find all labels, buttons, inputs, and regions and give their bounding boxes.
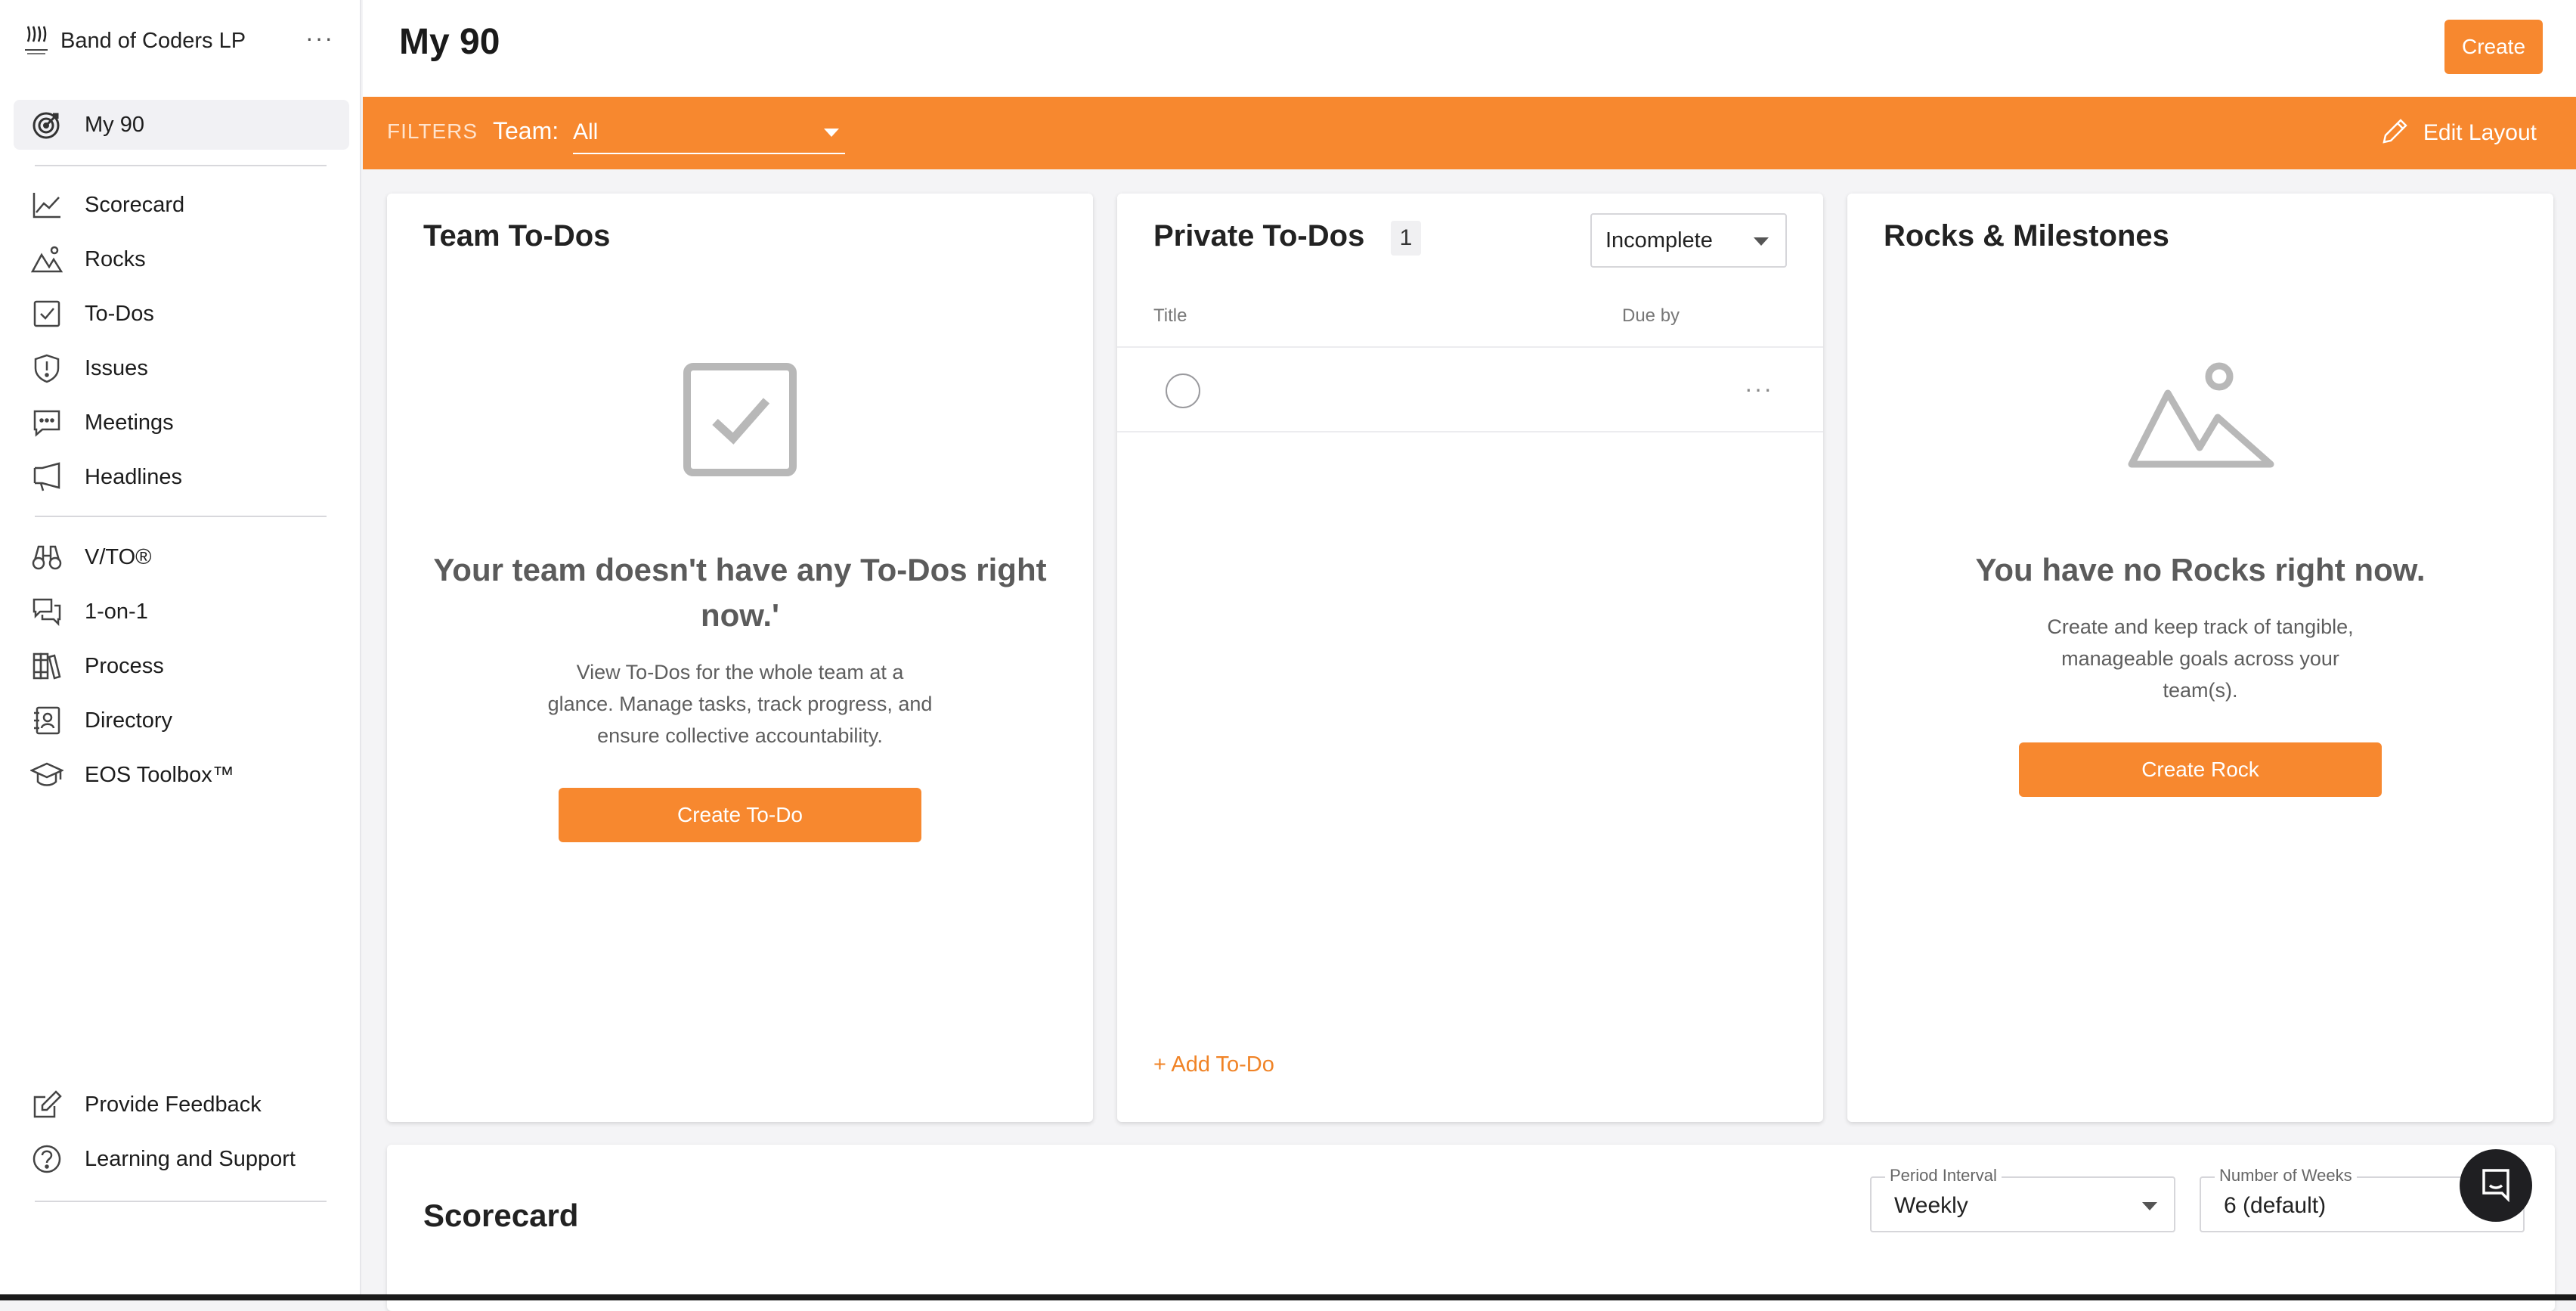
card-title: Team To-Dos <box>423 219 611 253</box>
contact-book-icon <box>30 704 63 737</box>
sidebar-item-label: Meetings <box>85 410 174 435</box>
create-rock-button[interactable]: Create Rock <box>2019 742 2382 797</box>
chat-dots-icon <box>30 406 63 439</box>
mountain-empty-icon <box>2127 358 2278 476</box>
sidebar-item-provide-feedback[interactable]: Provide Feedback <box>14 1080 349 1130</box>
add-todo-link[interactable]: + Add To-Do <box>1153 1052 1274 1077</box>
pencil-icon <box>2379 116 2410 150</box>
sidebar: Band of Coders LP ··· My 90 Scorecard Ro… <box>0 0 361 1294</box>
page-header: My 90 Create <box>363 0 2576 97</box>
window-bottom-edge <box>0 1294 2576 1300</box>
edit-layout-button[interactable]: Edit Layout <box>2379 113 2537 153</box>
caret-down-icon <box>824 129 839 137</box>
sidebar-item-scorecard[interactable]: Scorecard <box>14 180 349 230</box>
number-of-weeks-label: Number of Weeks <box>2215 1166 2357 1185</box>
target-icon <box>30 108 63 141</box>
sidebar-item-eos-toolbox[interactable]: EOS Toolbox™ <box>14 750 349 800</box>
count-badge: 1 <box>1391 221 1421 256</box>
sidebar-item-directory[interactable]: Directory <box>14 696 349 745</box>
chart-line-icon <box>30 188 63 222</box>
column-header-due: Due by <box>1622 305 1680 326</box>
column-header-title: Title <box>1153 305 1187 326</box>
sidebar-item-label: Issues <box>85 355 148 380</box>
status-filter-value: Incomplete <box>1605 228 1713 253</box>
sidebar-item-label: EOS Toolbox™ <box>85 762 234 787</box>
team-select[interactable]: All <box>573 112 845 154</box>
mountain-icon <box>30 243 63 276</box>
row-more-icon[interactable]: ··· <box>1745 375 1773 403</box>
empty-state-title: Your team doesn't have any To-Dos right … <box>433 552 1047 633</box>
sidebar-item-label: 1-on-1 <box>85 599 148 624</box>
sidebar-item-label: Directory <box>85 708 173 733</box>
checkbox-icon <box>30 297 63 330</box>
page-title: My 90 <box>399 22 500 62</box>
binoculars-icon <box>30 541 63 574</box>
sidebar-item-process[interactable]: Process <box>14 641 349 691</box>
sidebar-item-label: Learning and Support <box>85 1146 296 1171</box>
scorecard-section: Scorecard Period Interval Weekly Number … <box>387 1145 2555 1311</box>
row-divider <box>1117 346 1823 348</box>
books-icon <box>30 649 63 683</box>
sidebar-item-1-on-1[interactable]: 1-on-1 <box>14 587 349 637</box>
checkbox-empty-icon <box>683 363 797 480</box>
create-todo-button[interactable]: Create To-Do <box>559 788 921 842</box>
sidebar-item-label: V/TO® <box>85 544 152 569</box>
chat-launcher-button[interactable] <box>2460 1149 2532 1222</box>
status-filter-select[interactable]: Incomplete <box>1590 213 1787 268</box>
caret-down-icon <box>1754 237 1769 246</box>
team-select-value: All <box>573 119 599 144</box>
graduation-cap-icon <box>30 758 63 792</box>
conversation-icon <box>30 595 63 628</box>
org-menu-icon[interactable]: ··· <box>305 24 334 52</box>
megaphone-icon <box>30 460 63 494</box>
sidebar-item-learning-support[interactable]: Learning and Support <box>14 1134 349 1184</box>
sidebar-item-label: Rocks <box>85 246 146 271</box>
sidebar-item-label: Scorecard <box>85 192 185 217</box>
empty-state-title: You have no Rocks right now. <box>1975 552 2426 587</box>
shield-exclamation-icon <box>30 352 63 385</box>
help-circle-icon <box>30 1142 63 1176</box>
sidebar-item-issues[interactable]: Issues <box>14 343 349 393</box>
period-interval-label: Period Interval <box>1885 1166 2002 1185</box>
edit-square-icon <box>30 1088 63 1121</box>
filter-bar: FILTERS Team: All Edit Layout <box>363 97 2576 169</box>
complete-todo-radio[interactable] <box>1166 373 1200 408</box>
sidebar-divider <box>35 516 327 517</box>
sidebar-item-meetings[interactable]: Meetings <box>14 398 349 448</box>
card-title: Private To-Dos <box>1153 219 1365 253</box>
sidebar-item-headlines[interactable]: Headlines <box>14 452 349 502</box>
empty-state-description: View To-Dos for the whole team at a glan… <box>547 661 933 747</box>
team-filter-label: Team: <box>493 117 559 144</box>
create-button[interactable]: Create <box>2444 20 2543 74</box>
private-todos-card: Private To-Dos 1 Incomplete Title Due by… <box>1117 194 1823 1122</box>
number-of-weeks-value: 6 (default) <box>2224 1193 2327 1218</box>
edit-layout-label: Edit Layout <box>2423 120 2537 145</box>
org-name: Band of Coders LP <box>60 28 246 53</box>
caret-down-icon <box>2142 1202 2157 1210</box>
sidebar-item-to-dos[interactable]: To-Dos <box>14 289 349 339</box>
rocks-milestones-card: Rocks & Milestones You have no Rocks rig… <box>1847 194 2553 1122</box>
sidebar-item-rocks[interactable]: Rocks <box>14 234 349 284</box>
row-divider <box>1117 431 1823 432</box>
period-interval-value: Weekly <box>1894 1193 1968 1218</box>
sidebar-item-vto[interactable]: V/TO® <box>14 532 349 582</box>
org-logo-icon <box>23 23 50 59</box>
sidebar-divider <box>35 165 327 166</box>
sidebar-item-label: Headlines <box>85 464 182 489</box>
empty-state-description: Create and keep track of tangible, manag… <box>2047 615 2354 702</box>
sidebar-divider <box>35 1201 327 1202</box>
sidebar-item-label: Provide Feedback <box>85 1092 262 1117</box>
sidebar-item-label: Process <box>85 653 164 678</box>
team-todos-card: Team To-Dos Your team doesn't have any T… <box>387 194 1093 1122</box>
sidebar-item-label: To-Dos <box>85 301 154 326</box>
chat-icon <box>2478 1166 2514 1206</box>
sidebar-item-my-90[interactable]: My 90 <box>14 100 349 150</box>
org-switcher[interactable]: Band of Coders LP ··· <box>23 20 340 62</box>
sidebar-item-label: My 90 <box>85 112 144 137</box>
card-title: Rocks & Milestones <box>1884 219 2169 253</box>
scorecard-title: Scorecard <box>423 1198 579 1233</box>
filters-label: FILTERS <box>387 119 478 143</box>
period-interval-select[interactable]: Period Interval Weekly <box>1870 1166 2175 1232</box>
